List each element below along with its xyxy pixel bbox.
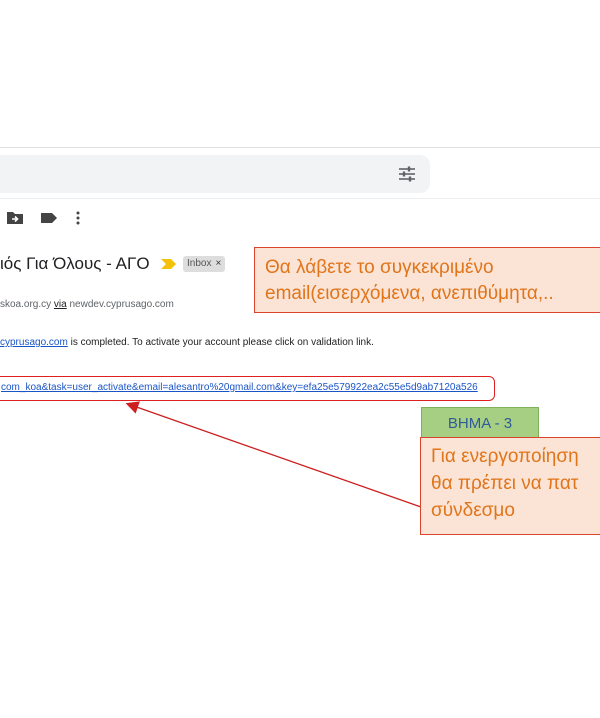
callout-bottom-line3: σύνδεσμο <box>431 500 515 521</box>
callout-receive-email: Θα λάβετε το συγκεκριμένο email(εισερχόμ… <box>254 247 600 313</box>
body-message: is completed. To activate your account p… <box>67 337 374 348</box>
sender-address: skoa.org.cy <box>0 299 52 310</box>
callout-activation-instructions: Για ενεργοποίηση θα πρέπει να πατ σύνδεσ… <box>420 437 600 535</box>
callout-top-line1: Θα λάβετε το συγκεκριμένο <box>265 257 494 278</box>
move-to-icon[interactable] <box>6 210 24 226</box>
via-text: via <box>53 299 67 310</box>
label-icon[interactable] <box>40 210 58 226</box>
callout-top-line2: email(εισερχόμενα, ανεπιθύμητα,.. <box>265 283 554 304</box>
remove-label-icon[interactable]: × <box>215 258 221 269</box>
activation-link-highlight: com_koa&task=user_activate&email=alesant… <box>0 376 495 401</box>
toolbar-divider <box>0 198 600 199</box>
header-divider <box>0 147 600 148</box>
step-label: ΒΗΜΑ - 3 <box>421 407 539 440</box>
callout-bottom-line2: θα πρέπει να πατ <box>431 473 579 494</box>
tune-icon[interactable] <box>398 165 416 183</box>
sender-domain: newdev.cyprusago.com <box>69 299 174 310</box>
important-marker-icon[interactable] <box>161 258 177 270</box>
activation-link[interactable]: com_koa&task=user_activate&email=alesant… <box>1 382 478 393</box>
email-subject: ιός Για Όλους - ΑΓΟ <box>0 254 150 273</box>
sender-line: skoa.org.cy via newdev.cyprusago.com <box>0 299 174 310</box>
search-bar[interactable] <box>0 155 430 193</box>
site-link[interactable]: cyprusago.com <box>0 337 68 348</box>
inbox-label-chip: Inbox × <box>183 256 226 272</box>
more-vert-icon[interactable] <box>72 210 84 226</box>
pointer-arrow <box>125 401 422 508</box>
callout-bottom-line1: Για ενεργοποίηση <box>431 446 579 467</box>
inbox-label-text: Inbox <box>187 258 212 269</box>
email-body-text: cyprusago.com is completed. To activate … <box>0 337 374 348</box>
